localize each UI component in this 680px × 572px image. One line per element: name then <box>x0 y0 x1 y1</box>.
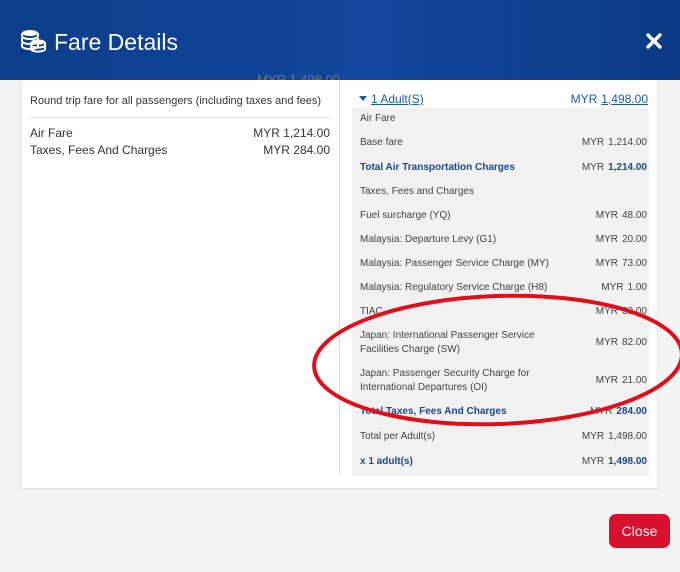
breakdown-row-total-air: Total Air Transportation Charges MYR 1,21… <box>360 161 647 175</box>
breakdown-label: Air Fare <box>360 113 396 124</box>
fare-details-panel: MYR 1,498.00 Round trip fare for all pas… <box>20 74 658 489</box>
breakdown-amount: MYR 1.00 <box>601 282 647 293</box>
breakdown-label: Taxes, Fees and Charges <box>360 186 474 197</box>
breakdown-amount: MYR 1,498.00 <box>581 456 647 467</box>
modal-header: Fare Details <box>0 0 680 80</box>
breakdown-row: Malaysia: Passenger Service Charge (MY) … <box>360 257 647 271</box>
breakdown-row: Malaysia: Departure Levy (G1) MYR 20.00 <box>360 233 647 247</box>
breakdown-row-total-taxes: Total Taxes, Fees And Charges MYR 284.00 <box>360 405 647 419</box>
breakdown-label: Malaysia: Regulatory Service Charge (H8) <box>360 282 548 293</box>
breakdown-row: Malaysia: Regulatory Service Charge (H8)… <box>360 281 647 295</box>
breakdown-label: Malaysia: Passenger Service Charge (MY) <box>360 258 549 269</box>
breakdown-row: Japan: Passenger Security Charge for Int… <box>360 367 555 395</box>
caret-down-icon <box>359 96 367 102</box>
close-x-icon[interactable] <box>642 29 666 53</box>
breakdown-row: TIAC MYR 39.00 <box>360 305 647 319</box>
summary-row-amount: MYR 284.00 <box>263 143 330 157</box>
column-divider <box>339 80 340 474</box>
summary-row-amount: MYR 1,214.00 <box>253 126 330 140</box>
breakdown-row: Total per Adult(s) MYR 1,498.00 <box>360 430 647 444</box>
breakdown-label: Total Air Transportation Charges <box>360 162 516 173</box>
breakdown-label: Malaysia: Departure Levy (G1) <box>360 234 497 245</box>
breakdown-row: Air Fare <box>360 112 647 126</box>
fare-summary-column: Round trip fare for all passengers (incl… <box>21 80 339 488</box>
breakdown-amount: MYR 48.00 <box>595 210 647 221</box>
summary-row-label: Taxes, Fees And Charges <box>30 143 168 157</box>
breakdown-row: Taxes, Fees and Charges <box>360 185 647 199</box>
fare-summary-note: Round trip fare for all passengers (incl… <box>30 95 322 107</box>
breakdown-label: Total Taxes, Fees And Charges <box>360 406 507 417</box>
modal-title: Fare Details <box>54 29 178 55</box>
breakdown-label: Japan: International Passenger Service F… <box>360 330 535 355</box>
breakdown-label: Japan: Passenger Security Charge for Int… <box>360 368 530 393</box>
breakdown-label: Total per Adult(s) <box>360 431 436 442</box>
passenger-total-value[interactable]: 1,498.00 <box>601 92 648 106</box>
breakdown-amount: MYR 73.00 <box>595 258 647 269</box>
breakdown-row: Fuel surcharge (YQ) MYR 48.00 <box>360 209 647 223</box>
passenger-toggle-label[interactable]: 1 Adult(S) <box>371 92 424 106</box>
breakdown-row-grand-total: x 1 adult(s) MYR 1,498.00 <box>360 455 647 469</box>
summary-divider <box>30 117 330 118</box>
breakdown-label: x 1 adult(s) <box>360 456 413 467</box>
passenger-total-currency: MYR <box>570 92 598 106</box>
close-button[interactable]: Close <box>609 514 670 548</box>
breakdown-label: Base fare <box>360 137 403 148</box>
breakdown-label: TIAC <box>360 306 383 317</box>
breakdown-amount: MYR 20.00 <box>595 234 647 245</box>
summary-row-taxes: Taxes, Fees And Charges MYR 284.00 <box>30 143 330 159</box>
breakdown-row: Base fare MYR 1,214.00 <box>360 136 647 150</box>
coins-stack-icon <box>21 30 46 53</box>
breakdown-amount: MYR 1,214.00 <box>581 162 647 173</box>
summary-row-label: Air Fare <box>30 126 73 140</box>
summary-row-air-fare: Air Fare MYR 1,214.00 <box>30 126 330 142</box>
breakdown-amount: MYR 284.00 <box>590 406 647 417</box>
breakdown-amount: MYR 82.00 <box>595 337 647 348</box>
fare-breakdown-column: 1 Adult(S) MYR 1,498.00 Air Fare Base far… <box>352 80 649 480</box>
breakdown-amount: MYR 21.00 <box>595 375 647 386</box>
fare-breakdown-table: Air Fare Base fare MYR 1,214.00 Total Air… <box>352 108 649 476</box>
breakdown-amount: MYR 39.00 <box>595 306 647 317</box>
breakdown-amount: MYR 1,214.00 <box>581 137 647 148</box>
breakdown-amount: MYR 1,498.00 <box>581 431 647 442</box>
breakdown-row: Japan: International Passenger Service F… <box>360 329 555 357</box>
passenger-total: MYR 1,498.00 <box>571 92 648 106</box>
breakdown-label: Fuel surcharge (YQ) <box>360 210 451 221</box>
